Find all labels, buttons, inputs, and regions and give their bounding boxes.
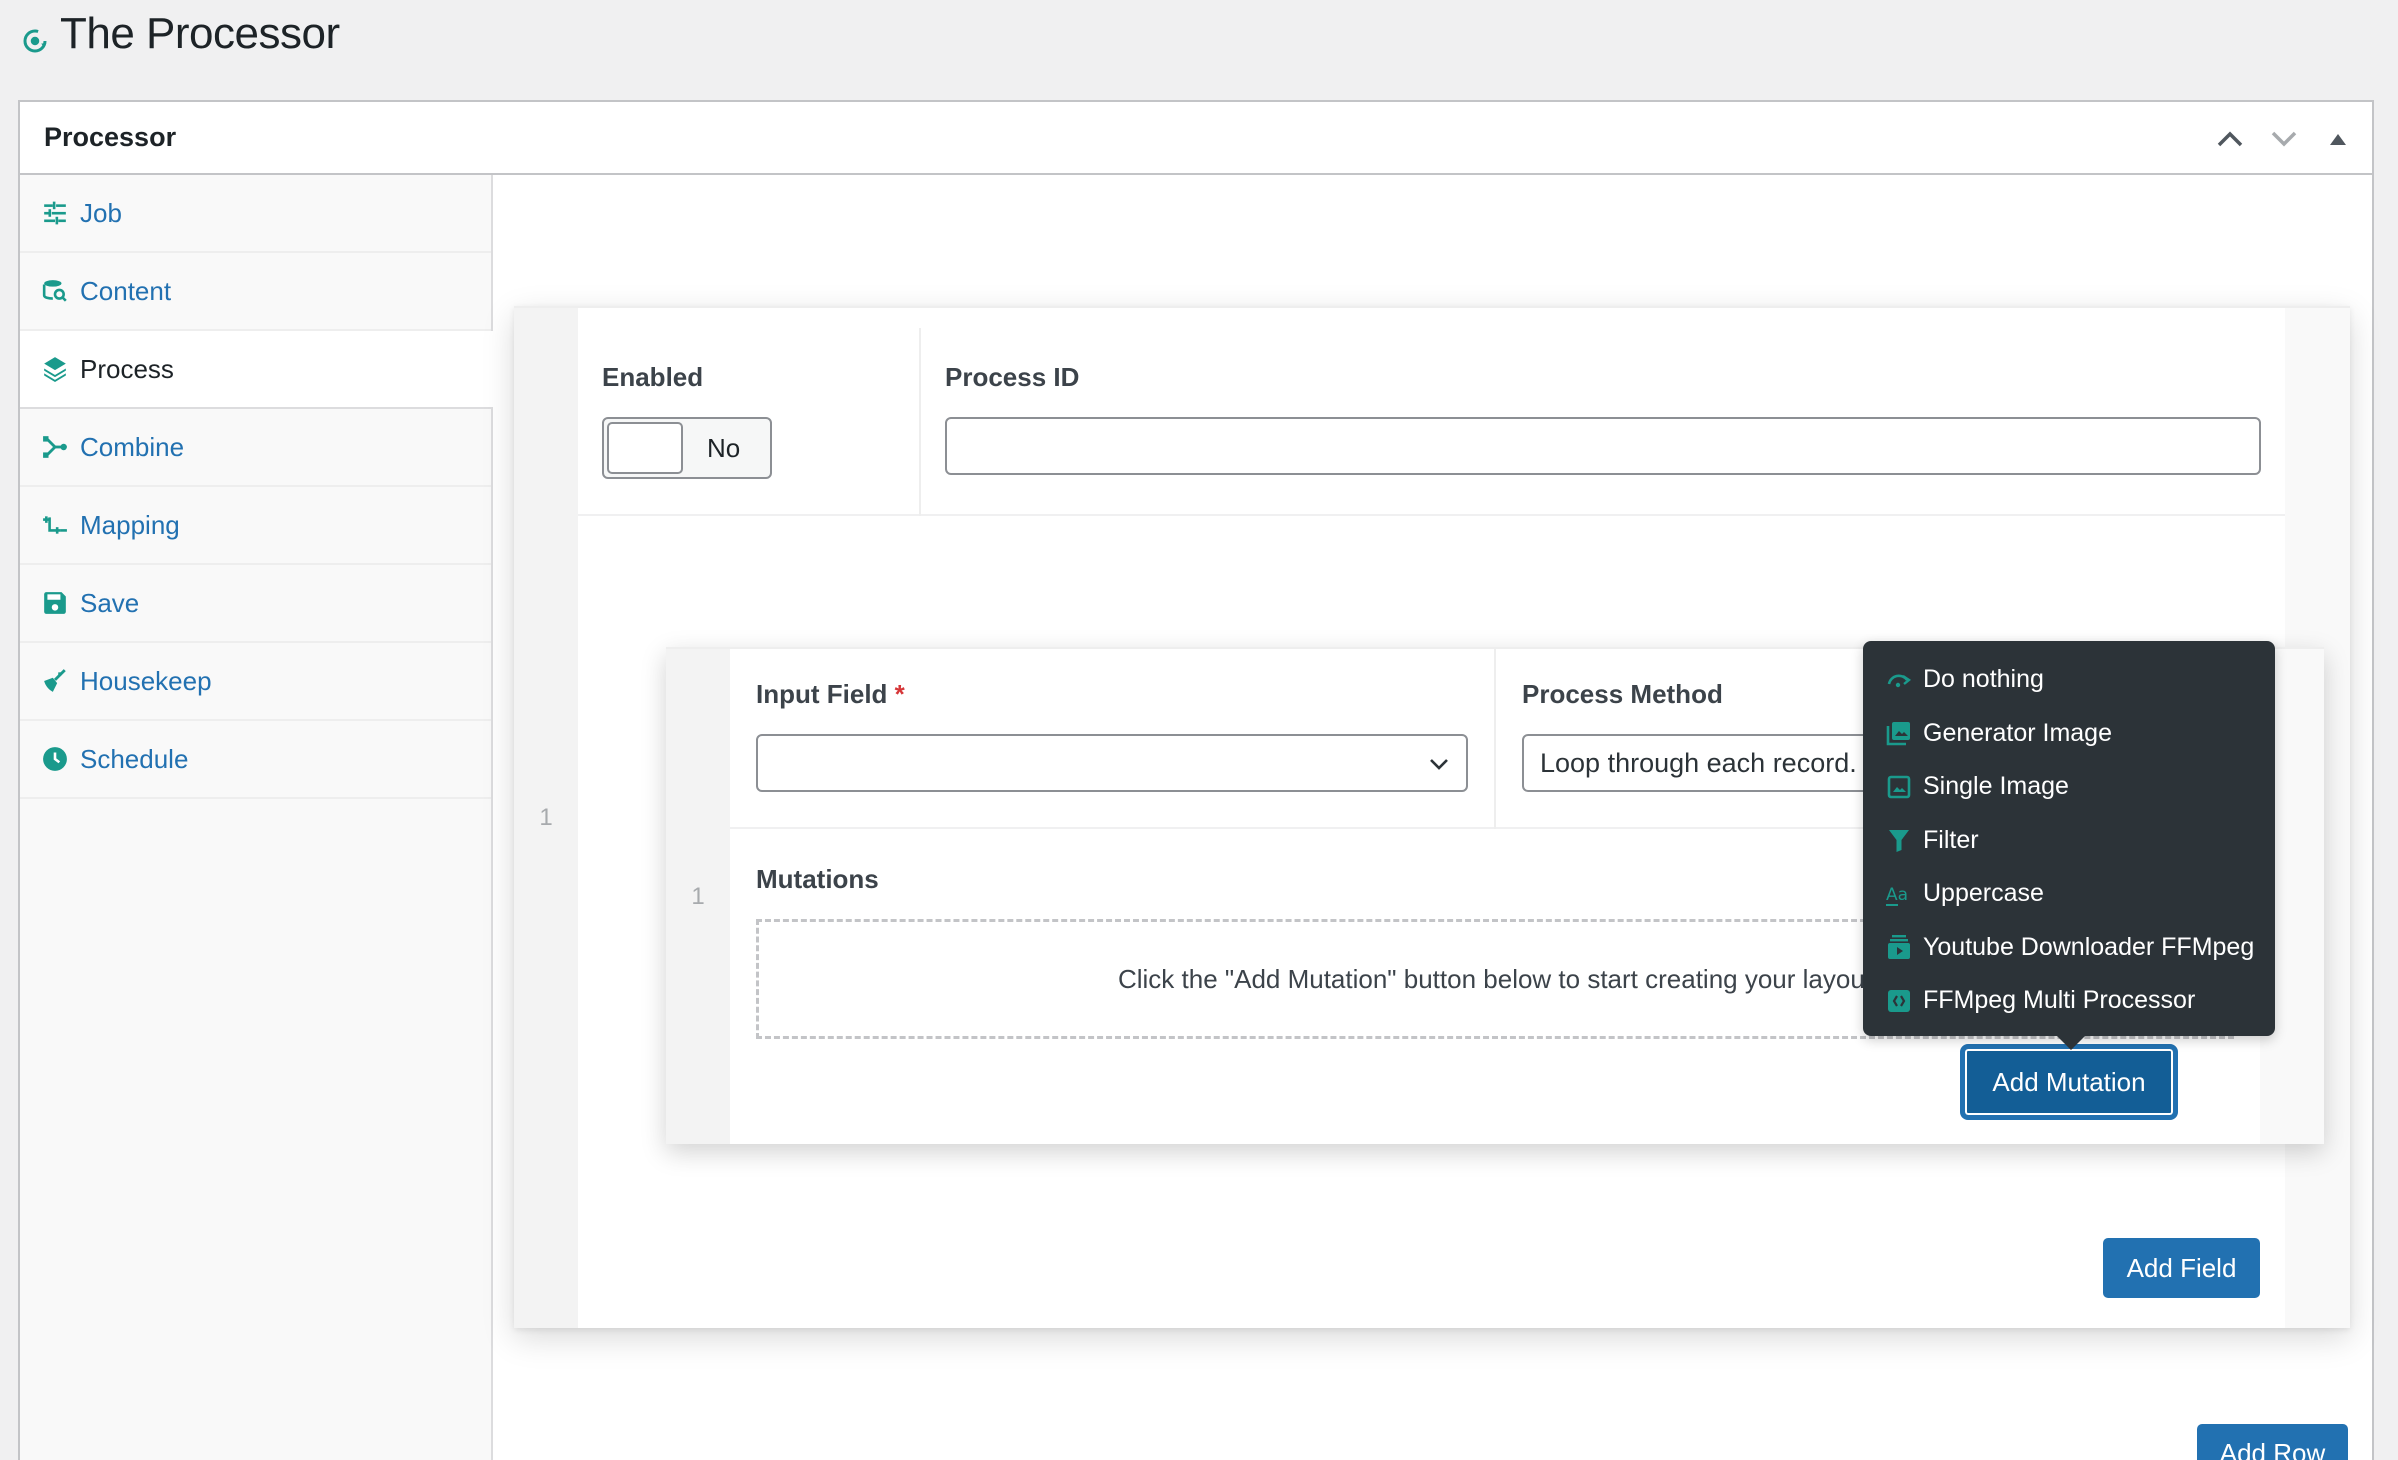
move-down-button[interactable] <box>2264 119 2304 159</box>
sidebar-item-label: Content <box>80 276 171 307</box>
sidebar-item-housekeep[interactable]: Housekeep <box>20 643 491 721</box>
sidebar-item-label: Job <box>80 198 122 229</box>
chevron-up-icon <box>2216 130 2244 148</box>
add-field-button[interactable]: Add Field <box>2103 1238 2260 1298</box>
layers-icon <box>42 356 68 382</box>
chevron-down-icon <box>1428 753 1450 775</box>
field-row-handle[interactable]: 1 <box>666 649 730 1144</box>
clock-icon <box>42 746 68 772</box>
image-icon <box>1885 773 1913 801</box>
input-field-label-text: Input Field <box>756 679 887 709</box>
menu-item-do-nothing[interactable]: Do nothing <box>1863 653 2275 707</box>
menu-item-generator-image[interactable]: Generator Image <box>1863 707 2275 761</box>
sidebar-item-label: Housekeep <box>80 666 212 697</box>
sidebar-item-combine[interactable]: Combine <box>20 409 491 487</box>
sidebar-item-save[interactable]: Save <box>20 565 491 643</box>
toggle-state-label: No <box>707 433 740 464</box>
menu-item-label: Generator Image <box>1923 719 2112 748</box>
mutations-empty-message: Click the "Add Mutation" button below to… <box>1118 964 1872 995</box>
sidebar-item-label: Save <box>80 588 139 619</box>
panel-header: Processor <box>20 102 2372 175</box>
process-method-value: Loop through each record. <box>1540 748 1857 779</box>
row-number: 1 <box>539 804 552 832</box>
sidebar-item-label: Mapping <box>80 510 180 541</box>
chevron-down-icon <box>2270 130 2298 148</box>
process-id-field: Process ID <box>921 328 2285 516</box>
processor-gear-refresh-icon <box>20 26 50 56</box>
filter-funnel-icon <box>1885 826 1913 854</box>
text-case-icon: Aa <box>1885 880 1913 908</box>
sidebar-item-schedule[interactable]: Schedule <box>20 721 491 799</box>
input-field-group: Input Field * <box>730 649 1496 829</box>
required-mark: * <box>895 679 905 709</box>
add-mutation-label: Add Mutation <box>1992 1067 2145 1098</box>
sidebar-item-content[interactable]: Content <box>20 253 491 331</box>
menu-item-ffmpeg-multi-processor[interactable]: FFMpeg Multi Processor <box>1863 974 2275 1028</box>
enabled-label: Enabled <box>602 362 895 393</box>
images-gallery-icon <box>1885 719 1913 747</box>
sidebar-item-label: Process <box>80 354 174 385</box>
page-title: The Processor <box>60 9 340 59</box>
redo-arrow-icon <box>1885 666 1913 694</box>
toggle-panel-button[interactable] <box>2318 119 2358 159</box>
floppy-disk-icon <box>42 590 68 616</box>
row-handle[interactable]: 1 <box>514 308 578 1328</box>
menu-item-uppercase[interactable]: Aa Uppercase <box>1863 867 2275 921</box>
sliders-icon <box>42 200 68 226</box>
sidebar-item-label: Schedule <box>80 744 188 775</box>
input-field-select[interactable] <box>756 734 1468 792</box>
menu-item-youtube-downloader[interactable]: Youtube Downloader FFMpeg <box>1863 921 2275 975</box>
enabled-toggle[interactable]: No <box>602 417 772 479</box>
sidebar-item-label: Combine <box>80 432 184 463</box>
menu-item-label: Single Image <box>1923 772 2069 801</box>
move-up-button[interactable] <box>2210 119 2250 159</box>
menu-item-filter[interactable]: Filter <box>1863 814 2275 868</box>
add-field-label: Add Field <box>2127 1253 2237 1284</box>
menu-item-single-image[interactable]: Single Image <box>1863 760 2275 814</box>
add-mutation-button[interactable]: Add Mutation <box>1963 1047 2175 1117</box>
code-box-icon <box>1885 987 1913 1015</box>
add-row-button[interactable]: Add Row <box>2197 1424 2348 1460</box>
sidebar-item-job[interactable]: Job <box>20 175 491 253</box>
menu-item-label: Youtube Downloader FFMpeg <box>1923 933 2254 962</box>
broom-icon <box>42 668 68 694</box>
sidebar: Job Content Process Combine Mapping Save… <box>20 175 493 1460</box>
mutation-menu: Do nothing Generator Image Single Image … <box>1863 641 2275 1036</box>
sidebar-item-process[interactable]: Process <box>20 331 493 409</box>
mapping-arrows-icon <box>42 512 68 538</box>
toggle-knob <box>607 422 683 474</box>
video-library-icon <box>1885 933 1913 961</box>
sidebar-item-mapping[interactable]: Mapping <box>20 487 491 565</box>
database-search-icon <box>42 278 68 304</box>
enabled-field: Enabled No <box>578 328 921 516</box>
svg-text:Aa: Aa <box>1886 885 1908 905</box>
process-id-label: Process ID <box>945 362 2261 393</box>
menu-item-label: Filter <box>1923 826 1979 855</box>
field-row-number: 1 <box>691 883 704 911</box>
input-field-label: Input Field * <box>756 679 1468 710</box>
triangle-up-icon <box>2329 132 2347 146</box>
menu-item-label: Uppercase <box>1923 879 2044 908</box>
page-header: The Processor <box>20 4 340 64</box>
merge-icon <box>42 434 68 460</box>
menu-item-label: FFMpeg Multi Processor <box>1923 986 2195 1015</box>
panel-title: Processor <box>44 122 176 153</box>
menu-item-label: Do nothing <box>1923 665 2044 694</box>
process-settings: Enabled No Process ID <box>578 308 2285 516</box>
add-row-label: Add Row <box>2220 1438 2326 1460</box>
panel-controls <box>2210 102 2358 175</box>
process-id-input[interactable] <box>945 417 2261 475</box>
